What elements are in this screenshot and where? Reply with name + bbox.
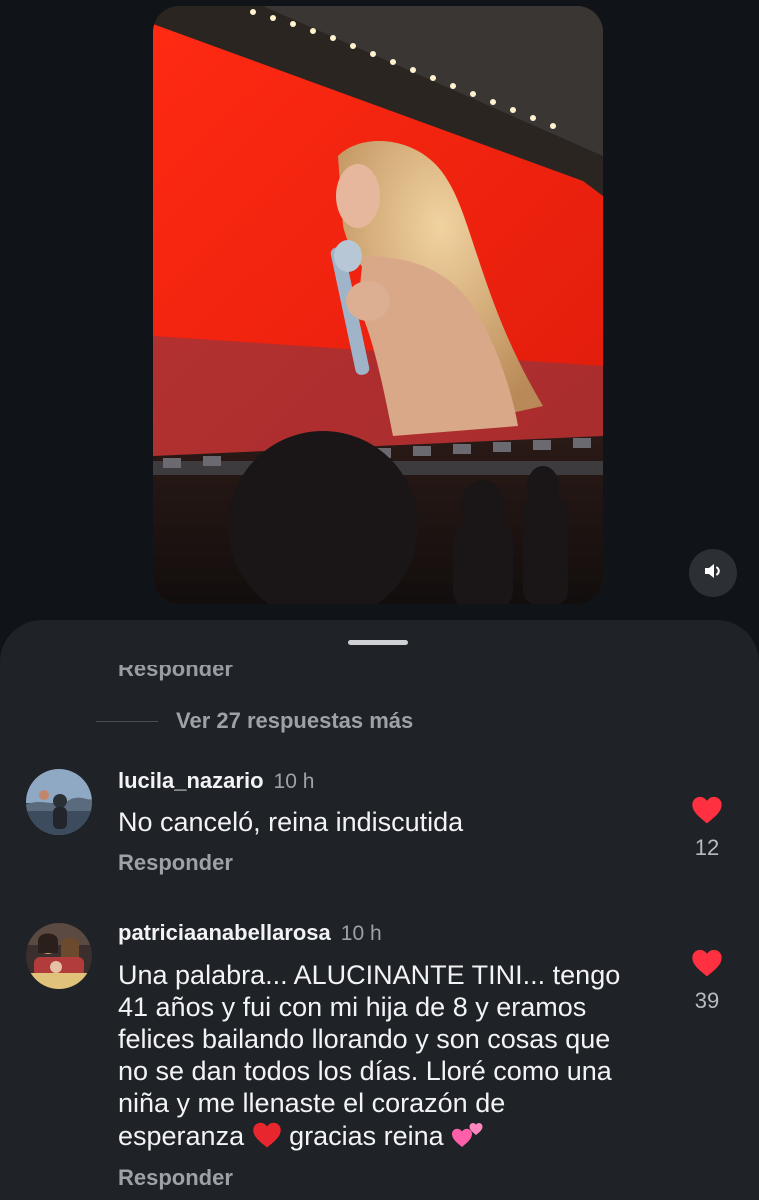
comment-text-line: niña y me llenaste el corazón de	[118, 1088, 506, 1118]
partial-reply-link[interactable]: Responder	[118, 665, 233, 682]
comment-text-line: Una palabra... ALUCINANTE TINI... tengo	[118, 960, 621, 990]
comment-text: Una palabra... ALUCINANTE TINI... tengo …	[118, 959, 658, 1156]
view-more-replies-label: Ver 27 respuestas más	[176, 708, 414, 733]
comment-text-segment: esperanza	[118, 1121, 245, 1151]
avatar[interactable]	[26, 769, 92, 835]
comment-username[interactable]: lucila_nazario	[118, 768, 264, 794]
heart-icon[interactable]	[691, 948, 723, 978]
comment-text-line-last: esperanza gracias reina	[118, 1119, 658, 1156]
comment-text-line: felices bailando llorando y son cosas qu…	[118, 1024, 611, 1054]
like-count: 39	[694, 988, 720, 1013]
comment-username[interactable]: patriciaanabellarosa	[118, 920, 331, 946]
speaker-icon	[701, 559, 725, 588]
mute-toggle-button[interactable]	[689, 549, 737, 597]
comment-item: lucila_nazario 10 h No canceló, reina in…	[0, 768, 759, 888]
comment-text-line: no se dan todos los días. Lloré como una	[118, 1056, 612, 1086]
comment-timestamp: 10 h	[340, 922, 382, 945]
comment-text: No canceló, reina indiscutida	[118, 807, 464, 837]
comment-like: 39	[688, 948, 726, 1014]
reply-button[interactable]: Responder	[118, 850, 233, 876]
comment-like: 12	[688, 795, 726, 861]
heart-icon[interactable]	[691, 795, 723, 825]
avatar[interactable]	[26, 923, 92, 989]
concert-video-frame	[153, 6, 603, 604]
two-hearts-emoji	[451, 1119, 485, 1156]
comment-timestamp: 10 h	[273, 770, 315, 793]
red-heart-emoji	[252, 1121, 282, 1156]
comment-text-segment: gracias reina	[289, 1121, 444, 1151]
video-player[interactable]	[153, 6, 603, 604]
reply-button[interactable]: Responder	[118, 1165, 233, 1191]
view-more-replies-button[interactable]: Ver 27 respuestas más	[96, 706, 413, 736]
comment-item: patriciaanabellarosa 10 h Una palabra...…	[0, 920, 759, 1200]
comment-text-line: 41 años y fui con mi hija de 8 y eramos	[118, 992, 587, 1022]
sheet-drag-handle[interactable]	[348, 640, 408, 645]
replies-divider	[96, 720, 158, 722]
like-count: 12	[694, 835, 720, 860]
comments-sheet: Responder Ver 27 respuestas más lucila_n…	[0, 620, 759, 1200]
